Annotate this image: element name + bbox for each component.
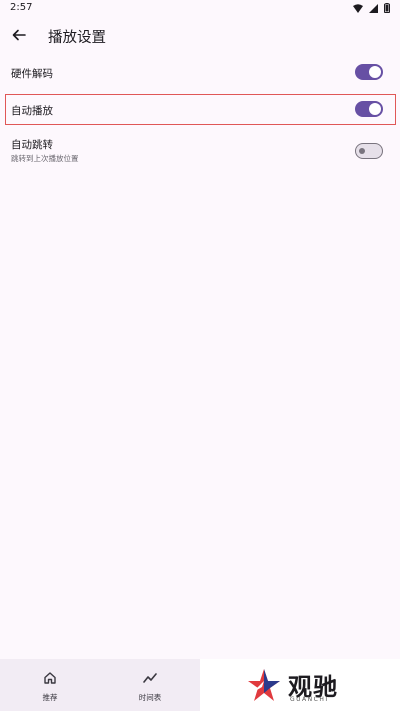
setting-auto-jump[interactable]: 自动跳转 跳转到上次播放位置	[0, 132, 400, 168]
trend-icon	[143, 673, 157, 683]
switch-thumb	[369, 66, 381, 78]
back-arrow-icon	[12, 29, 26, 41]
highlight-box	[5, 94, 396, 125]
status-time: 2:57	[10, 2, 33, 13]
star-logo-icon	[248, 669, 280, 701]
nav-label: 时间表	[138, 693, 162, 702]
status-icons	[353, 3, 390, 13]
app-bar: 播放设置	[0, 18, 400, 54]
setting-label: 自动跳转	[11, 139, 53, 151]
setting-hardware-decode[interactable]: 硬件解码	[0, 56, 400, 90]
back-button[interactable]	[8, 24, 30, 46]
status-bar: 2:57	[0, 0, 400, 18]
page-title: 播放设置	[48, 30, 106, 46]
nav-item-recommend[interactable]: 推荐	[0, 659, 100, 711]
hardware-decode-switch[interactable]	[355, 64, 383, 80]
nav-item-timetable[interactable]: 时间表	[100, 659, 200, 711]
auto-jump-switch[interactable]	[355, 143, 383, 159]
home-icon	[44, 672, 56, 684]
signal-icon	[369, 3, 378, 13]
battery-icon	[384, 3, 390, 13]
wifi-icon	[353, 3, 363, 13]
switch-thumb	[359, 147, 365, 154]
setting-label: 硬件解码	[11, 68, 53, 80]
nav-label: 推荐	[42, 693, 58, 702]
setting-sublabel: 跳转到上次播放位置	[11, 154, 79, 163]
watermark: 观驰 GUANCHI	[200, 659, 400, 711]
watermark-subtext: GUANCHI	[290, 696, 329, 703]
